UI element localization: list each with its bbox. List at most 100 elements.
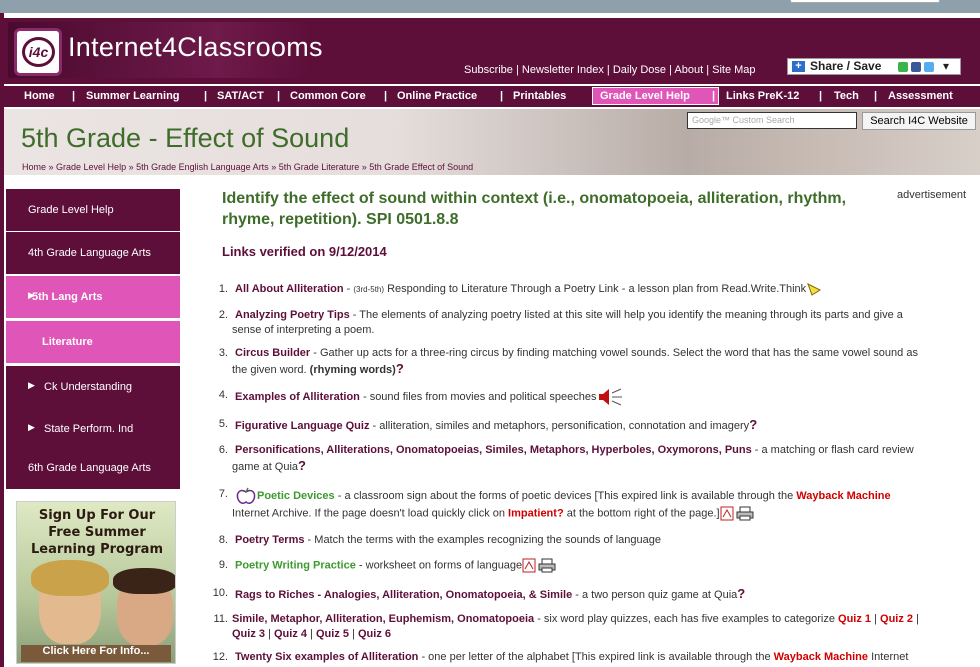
link-circus-builder[interactable]: Circus Builder [235,347,310,359]
breadcrumb-5th-grade-literature[interactable]: 5th Grade Literature [279,162,360,172]
list-number: 2. [218,309,228,321]
link-about[interactable]: About [674,64,703,76]
logo-mark-text: i4c [22,37,55,67]
site-logo[interactable]: i4c Internet4Classrooms [8,22,323,78]
nav-printables[interactable]: Printables [513,90,566,102]
apple-icon [236,487,256,504]
list-number: 4. [218,389,228,401]
sidebar-item-ck-understanding[interactable]: Ck Understanding ▶ [6,366,180,408]
link-poetry-writing-practice[interactable]: Poetry Writing Practice [235,559,356,571]
link-wayback-machine[interactable]: Wayback Machine [796,490,890,502]
top-links: Subscribe | Newsletter Index | Daily Dos… [464,64,756,76]
link-quiz-6[interactable]: Quiz 6 [358,628,391,640]
sidebar-item-label: 4th Grade Language Arts [28,247,151,259]
link-impatient[interactable]: Impatient? [508,507,564,519]
search-button[interactable]: Search I4C Website [862,112,976,130]
link-wayback-machine[interactable]: Wayback Machine [774,651,868,663]
nav-sat-act[interactable]: SAT/ACT [217,90,264,102]
list-number: 6. [218,444,228,456]
link-site-map[interactable]: Site Map [712,64,755,76]
lesson-plan-icon [807,283,822,296]
link-newsletter-index[interactable]: Newsletter Index [522,64,604,76]
link-quiz-5[interactable]: Quiz 5 [316,628,349,640]
nav-assessment[interactable]: Assessment [888,90,953,102]
sidebar-item-6th-grade-language-arts[interactable]: 6th Grade Language Arts [6,447,180,489]
browser-tab[interactable] [790,0,940,3]
link-rags-to-riches[interactable]: Rags to Riches - Analogies, Alliteration… [235,589,572,601]
link-poetic-devices[interactable]: Poetic Devices [257,490,335,502]
page-title: 5th Grade - Effect of Sound [21,123,349,154]
quiz-icon: ? [395,361,404,376]
link-poetry-terms[interactable]: Poetry Terms [235,534,305,546]
search-input[interactable]: Google™ Custom Search [687,112,857,129]
advertisement-label: advertisement [897,189,967,201]
chevron-right-icon: ▶ [28,290,35,300]
nav-common-core[interactable]: Common Core [290,90,366,102]
nav-online-practice[interactable]: Online Practice [397,90,477,102]
item-description: a two person quiz game at Quia [581,589,738,601]
item-description-cont: game at Quia [232,461,299,473]
logo-text: Internet4Classrooms [68,32,323,62]
link-daily-dose[interactable]: Daily Dose [613,64,666,76]
email-share-icon [898,62,908,72]
item-description: a classroom sign about the forms of poet… [344,489,794,502]
item-description: Match the terms with the examples recogn… [314,534,661,546]
nav-summer-learning[interactable]: Summer Learning [86,90,180,102]
link-quiz-1[interactable]: Quiz 1 [838,613,871,625]
item-description: The elements of analyzing poetry listed … [359,309,903,321]
printer-icon [538,558,556,573]
summer-program-promo[interactable]: Sign Up For Our Free Summer Learning Pro… [16,501,176,664]
link-simile-metaphor-alliteration[interactable]: Simile, Metaphor, Alliteration, Euphemis… [232,613,534,625]
breadcrumb-home[interactable]: Home [22,162,46,172]
list-number: 8. [218,534,228,546]
main-nav: Home | Summer Learning | SAT/ACT | Commo… [4,86,980,107]
link-quiz-3[interactable]: Quiz 3 [232,628,265,640]
sidebar-item-4th-grade-language-arts[interactable]: 4th Grade Language Arts [6,232,180,274]
list-number: 7. [218,488,228,500]
link-figurative-language-quiz[interactable]: Figurative Language Quiz [235,420,369,432]
item-description: sound files from movies and political sp… [369,390,597,403]
link-analyzing-poetry-tips[interactable]: Analyzing Poetry Tips [235,309,350,321]
nav-tech[interactable]: Tech [834,90,859,102]
list-number: 12. [212,651,228,663]
promo-line-1: Sign Up For Our [38,508,156,523]
link-twenty-six-examples[interactable]: Twenty Six examples of Alliteration [235,651,418,663]
page-heading: Identify the effect of sound within cont… [222,190,847,228]
sidebar-item-label: 6th Grade Language Arts [28,462,151,474]
sidebar-item-literature[interactable]: Literature [6,321,180,363]
pdf-icon [522,558,536,573]
item-description: Responding to Literature Through a Poetr… [387,283,807,295]
pdf-icon [720,506,734,521]
quiz-icon: ? [737,586,746,601]
link-quiz-4[interactable]: Quiz 4 [274,628,307,640]
speaker-icon [598,388,622,406]
share-save-button[interactable]: + Share / Save ▾ [787,58,961,75]
breadcrumb-grade-level-help[interactable]: Grade Level Help [56,162,126,172]
sidebar-item-grade-level-help[interactable]: Grade Level Help [6,189,180,231]
link-quiz-2[interactable]: Quiz 2 [880,613,913,625]
list-number: 9. [218,559,228,571]
sidebar-item-state-perform-ind[interactable]: State Perform. Ind ▶ [6,408,180,450]
breadcrumb-5th-grade-ela[interactable]: 5th Grade English Language Arts [136,162,269,172]
link-examples-of-alliteration[interactable]: Examples of Alliteration [235,391,360,403]
link-subscribe[interactable]: Subscribe [464,64,513,76]
sidebar-item-5th-lang-arts[interactable]: 5th Lang Arts ▶ [6,276,180,318]
verified-date: Links verified on 9/12/2014 [222,244,387,259]
sidebar-item-label: Literature [42,336,93,348]
breadcrumb-current: 5th Grade Effect of Sound [369,162,474,172]
nav-links-prek-12[interactable]: Links PreK-12 [726,90,799,102]
page-banner: 5th Grade - Effect of Sound Home » Grade… [4,109,980,175]
title-grade: 5th Grade [21,123,142,153]
list-number: 5. [218,418,228,430]
quiz-icon: ? [298,458,306,473]
link-personifications-alliterations[interactable]: Personifications, Alliterations, Onomato… [235,444,752,456]
nav-home[interactable]: Home [24,90,55,102]
promo-cta[interactable]: Click Here For Info... [21,645,171,662]
link-all-about-alliteration[interactable]: All About Alliteration [235,283,344,295]
item-description-cont: the given word. [232,364,307,376]
item-description-end: Internet [871,651,909,663]
logo-mark-icon: i4c [14,28,62,76]
nav-grade-level-help[interactable]: Grade Level Help [600,90,690,102]
item-description: Gather up acts for a three-ring circus b… [319,347,918,359]
list-number: 3. [218,347,228,359]
